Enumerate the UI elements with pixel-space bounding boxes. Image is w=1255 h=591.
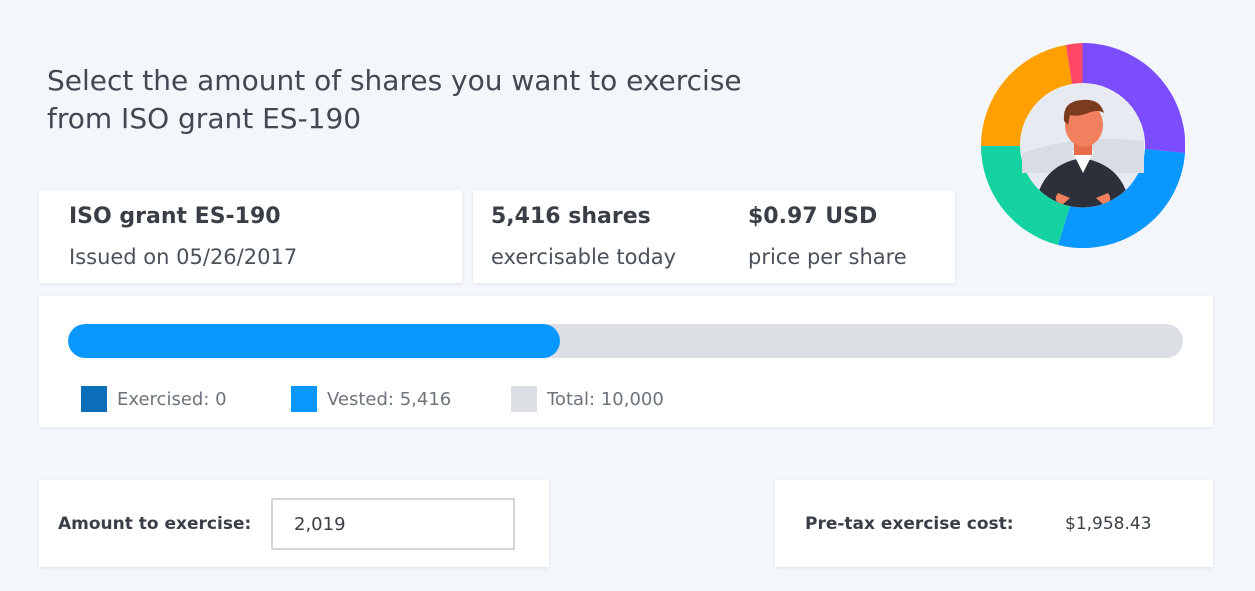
grant-name: ISO grant ES-190 bbox=[69, 204, 281, 229]
exercisable-shares-caption: exercisable today bbox=[491, 245, 677, 269]
pre-tax-cost-value: $1,958.43 bbox=[1065, 514, 1152, 534]
amount-label: Amount to exercise: bbox=[58, 514, 252, 534]
amount-to-exercise-input[interactable] bbox=[271, 498, 515, 550]
vesting-progress-bar bbox=[68, 324, 1183, 358]
legend-vested-label: Vested: 5,416 bbox=[327, 388, 452, 410]
legend-total: Total: 10,000 bbox=[511, 386, 664, 412]
grant-card: ISO grant ES-190 Issued on 05/26/2017 bbox=[39, 190, 462, 283]
user-avatar-icon bbox=[981, 42, 1186, 249]
legend-exercised-swatch bbox=[81, 386, 107, 412]
legend-exercised-label: Exercised: 0 bbox=[117, 388, 227, 410]
grant-issued-date: Issued on 05/26/2017 bbox=[69, 245, 298, 269]
shares-card: 5,416 shares exercisable today $0.97 USD… bbox=[473, 190, 955, 283]
vesting-progress-card: Exercised: 0 Vested: 5,416 Total: 10,000 bbox=[39, 296, 1213, 427]
page-title: Select the amount of shares you want to … bbox=[47, 62, 867, 138]
vested-progress-fill bbox=[68, 324, 561, 358]
avatar bbox=[980, 42, 1186, 249]
exercisable-shares-count: 5,416 shares bbox=[491, 204, 651, 229]
cost-card: Pre-tax exercise cost: $1,958.43 bbox=[775, 480, 1213, 567]
price-per-share-caption: price per share bbox=[748, 245, 907, 269]
legend-total-swatch bbox=[511, 386, 537, 412]
price-per-share: $0.97 USD bbox=[748, 204, 878, 229]
legend-exercised: Exercised: 0 bbox=[81, 386, 227, 412]
page-title-line-1: Select the amount of shares you want to … bbox=[47, 64, 742, 97]
amount-card: Amount to exercise: bbox=[39, 480, 549, 567]
legend-total-label: Total: 10,000 bbox=[547, 388, 664, 410]
legend-vested: Vested: 5,416 bbox=[291, 386, 451, 412]
legend-vested-swatch bbox=[291, 386, 317, 412]
pre-tax-cost-label: Pre-tax exercise cost: bbox=[805, 514, 1014, 534]
page-title-line-2: from ISO grant ES-190 bbox=[47, 102, 362, 135]
